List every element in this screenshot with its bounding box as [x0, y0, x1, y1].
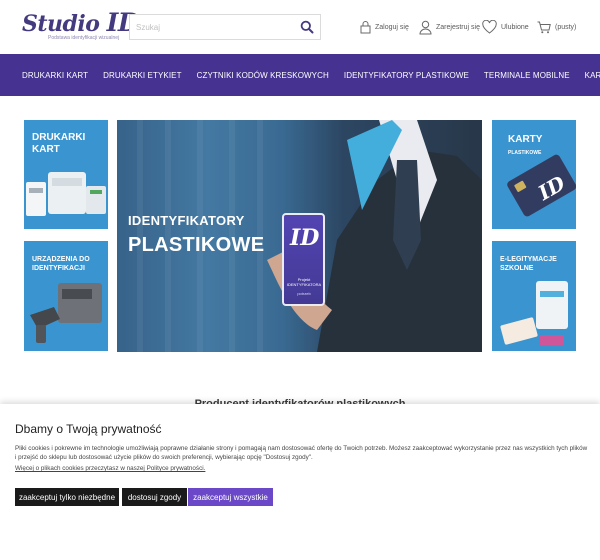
accept-all-button[interactable]: zaakceptuj wszystkie [188, 488, 273, 506]
cookie-title: Dbamy o Twoją prywatność [15, 422, 162, 436]
cookie-text: Pliki cookies i pokrewne im technologie … [15, 445, 588, 461]
privacy-policy-link[interactable]: Więcej o plikach cookies przeczytasz w n… [15, 465, 205, 472]
customize-consent-button[interactable]: dostosuj zgody [122, 488, 187, 506]
cookie-consent-banner: Dbamy o Twoją prywatność Pliki cookies i… [0, 404, 600, 560]
accept-necessary-button[interactable]: zaakceptuj tylko niezbędne [15, 488, 119, 506]
